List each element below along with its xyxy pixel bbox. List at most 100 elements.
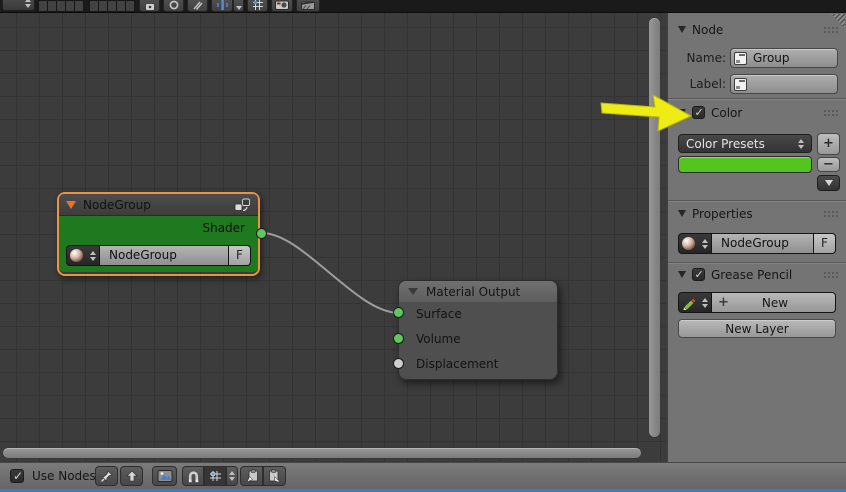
panel-collapse-icon[interactable] [678, 210, 686, 217]
material-output-node[interactable]: Material Output Surface Volume Displacem… [398, 280, 558, 380]
render-animation-button[interactable] [296, 0, 320, 12]
edit-group-icon[interactable] [234, 198, 251, 212]
material-output-title: Material Output [426, 284, 521, 299]
paste-button[interactable] [263, 466, 286, 486]
vertical-scrollbar[interactable] [648, 17, 661, 438]
pin-button[interactable] [95, 466, 118, 486]
panel-collapse-icon[interactable] [678, 109, 686, 116]
down-triangle-icon [824, 180, 833, 186]
name-label: Name: [686, 51, 726, 65]
new-button-label: New [761, 295, 789, 310]
grease-pencil-panel-header[interactable]: Grease Pencil [678, 267, 838, 282]
node-name-field[interactable]: Group [730, 48, 838, 68]
backdrop-button[interactable] [152, 466, 177, 486]
layer-grid-left [38, 0, 84, 12]
new-layer-button[interactable]: New Layer [678, 319, 836, 338]
shader-output-label: Shader [202, 221, 245, 235]
new-grease-pencil-button[interactable]: + New [712, 292, 836, 313]
snap-element-button[interactable] [211, 0, 233, 12]
properties-datablock-row: NodeGroup F [678, 233, 836, 254]
layer-toggle[interactable] [125, 0, 135, 12]
mode-dropdown[interactable] [2, 0, 35, 11]
panel-drag-handle-icon[interactable] [823, 109, 838, 116]
shader-output-socket[interactable] [256, 228, 267, 239]
pencil-icon [682, 297, 696, 310]
color-panel-header[interactable]: Color [678, 105, 838, 120]
properties-panel-header[interactable]: Properties [678, 206, 838, 221]
material-output-header[interactable]: Material Output [399, 281, 557, 302]
nodegroup-node-title: NodeGroup [83, 197, 151, 212]
volume-input-socket[interactable] [393, 333, 404, 344]
grease-pencil-browse-dropdown[interactable] [678, 292, 712, 313]
nodetree-name-field[interactable]: NodeGroup [712, 233, 814, 254]
layer-toggle[interactable] [74, 0, 84, 12]
paste-icon [268, 469, 281, 483]
presets-specials-button[interactable] [817, 175, 840, 191]
panel-collapse-icon[interactable] [678, 26, 686, 33]
rotation-manipulator-icon [193, 1, 203, 10]
use-nodes-checkbox[interactable] [10, 469, 24, 483]
render-button[interactable] [271, 0, 293, 12]
node-label-field[interactable] [730, 74, 838, 94]
go-to-parent-button[interactable] [120, 466, 143, 486]
nodegroup-node[interactable]: NodeGroup Shader NodeGroup F [57, 192, 260, 276]
fake-user-button[interactable]: F [229, 245, 251, 266]
render-animation-icon [300, 1, 315, 10]
properties-sidebar: Node Name: Group Label: Color Color Pres… [666, 13, 846, 462]
color-swatch[interactable] [678, 156, 812, 173]
snap-toggle-button[interactable] [182, 466, 204, 486]
nodegroup-node-body: Shader NodeGroup F [59, 216, 258, 272]
nodetree-browse-dropdown[interactable] [66, 245, 100, 266]
label-label: Label: [689, 77, 726, 91]
proportional-edit-button[interactable] [163, 0, 184, 12]
snap-element-button[interactable] [204, 466, 226, 486]
material-sphere-icon [70, 249, 83, 262]
node-panel-header[interactable]: Node [678, 22, 838, 37]
surface-input-socket[interactable] [393, 307, 404, 318]
color-enable-checkbox[interactable] [692, 106, 705, 119]
lock-icon [145, 4, 154, 10]
fake-user-button[interactable]: F [814, 233, 836, 254]
copy-icon [245, 469, 258, 483]
node-editor-canvas[interactable]: NodeGroup Shader NodeGroup F Material Ou… [0, 13, 668, 462]
panel-drag-handle-icon[interactable] [823, 210, 838, 217]
add-preset-button[interactable]: + [817, 133, 840, 155]
browse-arrows-icon [90, 250, 96, 261]
panel-separator [668, 98, 846, 100]
grease-pencil-row: + New [678, 292, 836, 313]
panel-collapse-icon[interactable] [678, 271, 686, 278]
color-presets-dropdown[interactable]: Color Presets [678, 134, 812, 153]
dropdown-arrows-icon [235, 6, 242, 10]
displacement-input-socket[interactable] [393, 358, 404, 369]
panel-drag-handle-icon[interactable] [823, 26, 838, 33]
panel-separator [668, 262, 846, 264]
horizontal-scrollbar[interactable] [2, 447, 642, 459]
snap-dropdown[interactable] [233, 0, 244, 12]
snap-grid-button[interactable] [247, 0, 268, 12]
node-editor-footer: Use Nodes [0, 462, 846, 489]
backdrop-icon [157, 470, 172, 482]
pin-icon [100, 470, 113, 482]
nodegroup-node-header[interactable]: NodeGroup [59, 194, 258, 216]
collapse-triangle-icon[interactable] [66, 200, 76, 209]
copy-button[interactable] [240, 466, 263, 486]
dropdown-arrows-icon [229, 471, 235, 481]
grease-pencil-checkbox[interactable] [692, 268, 705, 281]
nodetree-browse-dropdown[interactable] [678, 233, 712, 254]
panel-drag-handle-icon[interactable] [823, 271, 838, 278]
surface-input-label: Surface [416, 307, 462, 321]
nodetree-name-field[interactable]: NodeGroup [100, 245, 229, 266]
viewport-header [0, 0, 846, 13]
rotation-manipulator-button[interactable] [187, 0, 208, 12]
snap-element-dropdown[interactable] [226, 466, 238, 486]
snap-grid-icon [252, 0, 263, 10]
node-icon [734, 77, 747, 91]
proportional-edit-icon [169, 0, 178, 10]
remove-preset-button[interactable]: − [817, 157, 840, 172]
lock-button[interactable] [139, 0, 160, 12]
node-name-value: Group [753, 51, 790, 65]
collapse-triangle-icon[interactable] [408, 288, 418, 295]
parent-up-icon [125, 470, 138, 482]
render-camera-icon [275, 0, 289, 10]
plus-icon: + [718, 295, 729, 310]
